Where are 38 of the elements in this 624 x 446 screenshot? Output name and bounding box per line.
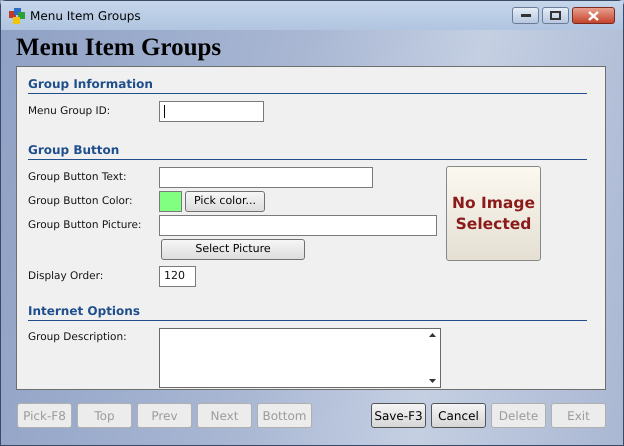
footer-button: Pick-F8 [17,403,72,428]
text-cursor [164,105,165,118]
app-icon [9,8,25,24]
field-label: Group Button Text: [28,170,127,183]
close-icon [588,10,599,20]
field-label: Display Order: [28,270,104,282]
scroll-up-icon[interactable] [428,333,436,337]
scroll-down-icon[interactable] [428,379,436,383]
text-area[interactable] [159,328,441,388]
field-label: Group Description: [28,331,127,343]
window-title: Menu Item Groups [30,8,141,24]
page-heading: Menu Item Groups [15,33,222,63]
pick-color-button[interactable]: Pick color... [185,191,265,212]
footer-button: Bottom [257,403,312,428]
footer-button: Next [197,403,252,428]
section-title: Group Information [28,76,154,93]
input-field[interactable] [159,215,437,236]
minimize-button[interactable] [512,7,539,24]
field-label: Group Button Picture: [28,218,142,231]
section-title: Group Button [28,142,120,159]
minimize-icon [520,14,530,18]
close-button[interactable] [572,7,615,24]
footer-button: Exit [551,403,606,428]
select-picture-button[interactable]: Select Picture [161,239,305,260]
field-label: Group Button Color: [28,194,133,207]
maximize-button[interactable] [542,7,569,24]
input-field[interactable] [159,167,373,188]
input-field[interactable] [159,101,264,122]
footer-button: Top [77,403,132,428]
section-title: Internet Options [28,303,141,320]
field-label: Menu Group ID: [28,104,110,117]
footer-button[interactable]: Cancel [431,403,486,428]
maximize-icon [550,11,561,20]
picture-field[interactable]: No Image Selected [446,166,541,261]
input-field[interactable]: 120 [159,266,196,287]
footer-button: Delete [491,403,546,428]
footer-button[interactable]: Save-F3 [371,403,426,428]
footer-button: Prev [137,403,192,428]
